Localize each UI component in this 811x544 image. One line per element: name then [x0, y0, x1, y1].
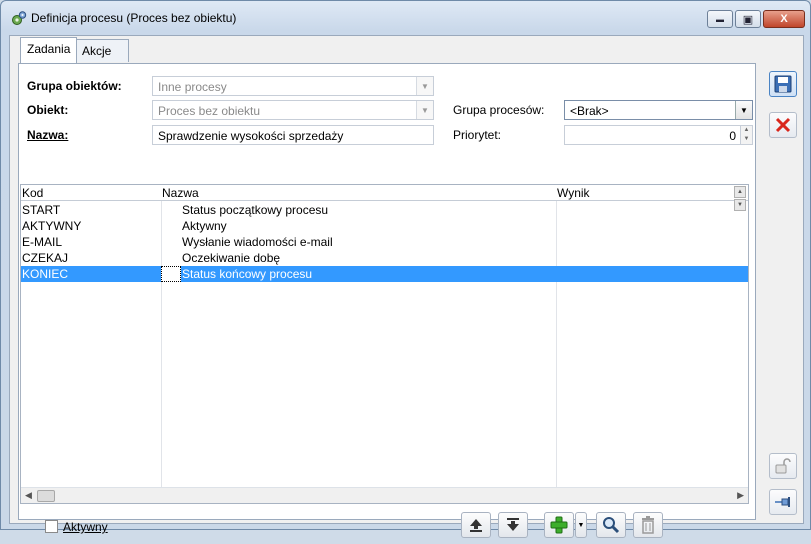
- status-table: Kod Nazwa Wynik START Status początkowy …: [20, 184, 749, 504]
- chevron-down-icon: ▼: [416, 101, 433, 119]
- close-button[interactable]: X: [763, 10, 805, 28]
- unlock-button[interactable]: [769, 453, 797, 479]
- row-kod: AKTYWNY: [22, 219, 82, 233]
- row-nazwa: Aktywny: [182, 219, 227, 233]
- focus-cell: [161, 266, 181, 282]
- name-field[interactable]: Sprawdzenie wysokości sprzedaży: [152, 125, 434, 145]
- close-icon: X: [780, 13, 788, 25]
- window-title: Definicja procesu (Proces bez obiektu): [31, 11, 237, 25]
- save-icon: [774, 75, 792, 93]
- maximize-icon: ▣: [742, 13, 754, 26]
- search-button[interactable]: [596, 512, 626, 538]
- minimize-icon: ▬: [716, 14, 724, 24]
- tab-akcje[interactable]: Akcje: [75, 39, 129, 62]
- scroll-down-icon[interactable]: ▼: [734, 199, 746, 211]
- tab-label: Akcje: [82, 44, 112, 58]
- row-kod: KONIEC: [22, 267, 69, 281]
- bottom-toolbar: Aktywny ▼: [19, 504, 755, 544]
- tasks-panel: Grupa obiektów: Inne procesy ▼ Obiekt: P…: [18, 63, 756, 538]
- scroll-left-icon[interactable]: ◀: [25, 490, 32, 501]
- vertical-scrollbar[interactable]: ▲ ▼: [732, 185, 748, 225]
- pin-button[interactable]: [769, 489, 797, 515]
- priority-stepper[interactable]: 0 ▲ ▼: [564, 125, 753, 145]
- client-area: Zadania Akcje Grupa obiektów: Inne proce…: [9, 35, 804, 538]
- row-kod: START: [22, 203, 61, 217]
- process-group-combo[interactable]: <Brak> ▼: [564, 100, 753, 120]
- search-icon: [603, 517, 620, 534]
- object-value: Proces bez obiektu: [158, 104, 261, 118]
- row-kod: CZEKAJ: [22, 251, 69, 265]
- unlock-icon: [775, 458, 791, 474]
- row-nazwa: Status końcowy procesu: [182, 267, 313, 281]
- gears-icon: [12, 11, 27, 25]
- row-nazwa: Status początkowy procesu: [182, 203, 329, 217]
- chevron-down-icon: ▼: [577, 521, 585, 529]
- add-icon: [550, 516, 568, 534]
- move-down-button[interactable]: [498, 512, 528, 538]
- add-button[interactable]: [544, 512, 574, 538]
- row-nazwa: Wysłanie wiadomości e-mail: [182, 235, 333, 249]
- name-label: Nazwa:: [27, 128, 69, 142]
- priority-value: 0: [729, 129, 736, 143]
- process-group-value: <Brak>: [570, 104, 609, 118]
- spin-up-icon[interactable]: ▲: [740, 126, 752, 135]
- column-header-kod[interactable]: Kod: [22, 186, 43, 200]
- add-dropdown-button[interactable]: ▼: [575, 512, 587, 538]
- active-checkbox[interactable]: [45, 520, 58, 533]
- delete-button[interactable]: [633, 512, 663, 538]
- table-row[interactable]: START Status początkowy procesu: [21, 202, 748, 218]
- horizontal-scrollbar[interactable]: ◀ ▶: [21, 487, 748, 503]
- row-kod: E-MAIL: [22, 235, 63, 249]
- tab-label: Zadania: [27, 42, 71, 56]
- save-button[interactable]: [769, 71, 797, 97]
- trash-icon: [642, 516, 654, 534]
- cancel-icon: [775, 117, 791, 133]
- table-header: Kod Nazwa Wynik: [21, 185, 748, 201]
- name-value: Sprawdzenie wysokości sprzedaży: [158, 129, 344, 143]
- spin-down-icon[interactable]: ▼: [740, 135, 752, 144]
- pin-icon: [775, 497, 790, 507]
- column-header-nazwa[interactable]: Nazwa: [162, 186, 199, 200]
- chevron-down-icon: ▼: [416, 77, 433, 95]
- row-nazwa: Oczekiwanie dobę: [182, 251, 281, 265]
- process-group-label: Grupa procesów:: [453, 103, 545, 117]
- table-row[interactable]: CZEKAJ Oczekiwanie dobę: [21, 250, 748, 266]
- priority-label: Priorytet:: [453, 128, 502, 142]
- process-definition-window: Definicja procesu (Proces bez obiektu) ▬…: [0, 0, 811, 538]
- maximize-button[interactable]: ▣: [735, 10, 761, 28]
- cancel-button[interactable]: [769, 112, 797, 138]
- scroll-up-icon[interactable]: ▲: [734, 186, 746, 198]
- object-combo[interactable]: Proces bez obiektu ▼: [152, 100, 434, 120]
- title-bar[interactable]: Definicja procesu (Proces bez obiektu) ▬…: [1, 1, 810, 31]
- scroll-thumb[interactable]: [37, 490, 55, 502]
- minimize-button[interactable]: ▬: [707, 10, 733, 28]
- chevron-down-icon: ▼: [735, 101, 752, 119]
- active-checkbox-label: Aktywny: [63, 520, 108, 534]
- column-header-wynik[interactable]: Wynik: [557, 186, 590, 200]
- table-row-selected[interactable]: KONIEC Status końcowy procesu: [21, 266, 748, 282]
- table-row[interactable]: E-MAIL Wysłanie wiadomości e-mail: [21, 234, 748, 250]
- scroll-right-icon[interactable]: ▶: [737, 490, 744, 501]
- table-row[interactable]: AKTYWNY Aktywny: [21, 218, 748, 234]
- tab-zadania[interactable]: Zadania: [20, 37, 78, 63]
- object-group-label: Grupa obiektów:: [27, 79, 122, 93]
- object-group-combo[interactable]: Inne procesy ▼: [152, 76, 434, 96]
- object-group-value: Inne procesy: [158, 80, 227, 94]
- object-label: Obiekt:: [27, 103, 69, 117]
- move-up-button[interactable]: [461, 512, 491, 538]
